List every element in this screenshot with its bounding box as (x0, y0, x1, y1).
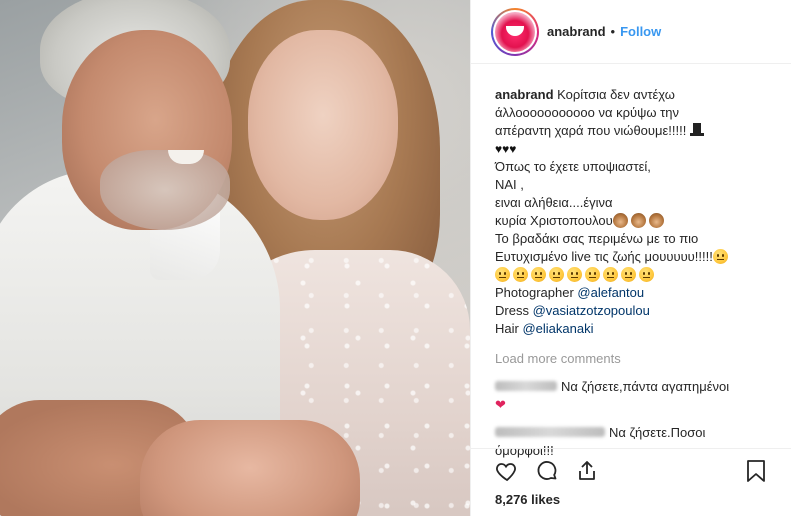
photo-woman-face (248, 30, 398, 220)
comment-bubble-icon[interactable] (527, 451, 567, 491)
header-separator: • (610, 24, 616, 39)
avatar-image (495, 11, 535, 52)
credit-mention[interactable]: @eliakanaki (522, 321, 593, 336)
comment-text: Να ζήσετε,πάντα αγαπημένοι (561, 379, 730, 394)
avatar[interactable] (491, 7, 539, 56)
comments-section: anabrand Κορίτσια δεν αντέχω άλλοοοοοοοο… (471, 86, 791, 460)
likes-count[interactable]: 8,276 likes (495, 492, 560, 507)
caption-text: κυρία Χριστοπουλου (495, 213, 613, 228)
caption-line: απέραντη χαρά που νιώθουμε!!!!! (495, 122, 768, 140)
header-username[interactable]: anabrand (547, 24, 606, 39)
post-header: anabrand • Follow (471, 0, 791, 64)
monkey-emoji-icon (648, 213, 664, 228)
face-emoji-icon (531, 267, 546, 282)
red-heart-emoji-icon: ❤ (495, 397, 506, 412)
monkey-emoji-icon (630, 213, 646, 228)
top-hat-emoji-icon (690, 123, 704, 137)
face-emoji-icon (621, 267, 636, 282)
follow-button[interactable]: Follow (620, 24, 661, 39)
comment-text: Να ζήσετε.Ποσοι (609, 425, 706, 440)
credit-line: Hair @eliakanaki (495, 320, 768, 338)
credit-mention[interactable]: @alefantou (577, 285, 644, 300)
credit-line: Photographer @alefantou (495, 284, 768, 302)
credit-label: Hair (495, 321, 519, 336)
post-side-panel: anabrand • Follow anabrand Κορίτσια δεν … (470, 0, 791, 516)
credit-label: Photographer (495, 285, 574, 300)
face-emoji-icon (513, 267, 528, 282)
caption-line: Το βραδάκι σας περιμένω με το πιο (495, 231, 699, 246)
comment-item: Να ζήσετε,πάντα αγαπημένοι ❤ (495, 378, 768, 414)
face-emoji-icon (639, 267, 654, 282)
caption-line: άλλοοοοοοοοοοο να κρύψω την (495, 105, 679, 120)
load-more-comments-button[interactable]: Load more comments (495, 350, 768, 368)
comment-username-redacted[interactable] (495, 381, 557, 391)
caption-text: Ευτυχισμένο live τις ζωής μουυυυυ!!!!! (495, 249, 713, 264)
face-emoji-icon (567, 267, 582, 282)
face-emoji-icon (549, 267, 564, 282)
caption-line: ♥♥♥ (495, 140, 768, 158)
caption-line: ΝΑΙ , (495, 177, 524, 192)
comment-username-redacted[interactable] (495, 427, 605, 437)
credit-line: Dress @vasiatzotzopoulou (495, 302, 768, 320)
caption-line: Όπως το έχετε υποψιαστεί, (495, 159, 651, 174)
face-emoji-icon (712, 249, 728, 264)
credit-label: Dress (495, 303, 529, 318)
caption-text: Κορίτσια δεν αντέχω (557, 87, 675, 102)
caption-line: Ευτυχισμένο live τις ζωής μουυυυυ!!!!! (495, 248, 768, 266)
caption-line: κυρία Χριστοπουλου (495, 212, 768, 230)
caption-line: ειναι αλήθεια....έγινα (495, 195, 613, 210)
bookmark-icon[interactable] (736, 451, 776, 491)
caption-text: απέραντη χαρά που νιώθουμε!!!!! (495, 123, 687, 138)
emoji-row (495, 266, 768, 284)
black-hearts-emoji-icon: ♥♥♥ (495, 142, 517, 156)
caption-username[interactable]: anabrand (495, 87, 554, 102)
share-icon[interactable] (567, 451, 607, 491)
monkey-emoji-icon (612, 213, 628, 228)
photo-man-beard (100, 150, 230, 230)
photo-hands (140, 420, 360, 516)
face-emoji-icon (603, 267, 618, 282)
face-emoji-icon (495, 267, 510, 282)
action-bar (471, 448, 791, 492)
heart-outline-icon[interactable] (487, 451, 527, 491)
avatar-ring (493, 9, 537, 54)
face-emoji-icon (585, 267, 600, 282)
credit-mention[interactable]: @vasiatzotzopoulou (533, 303, 650, 318)
caption-line: anabrand Κορίτσια δεν αντέχω (495, 86, 768, 104)
post-photo[interactable] (0, 0, 470, 516)
